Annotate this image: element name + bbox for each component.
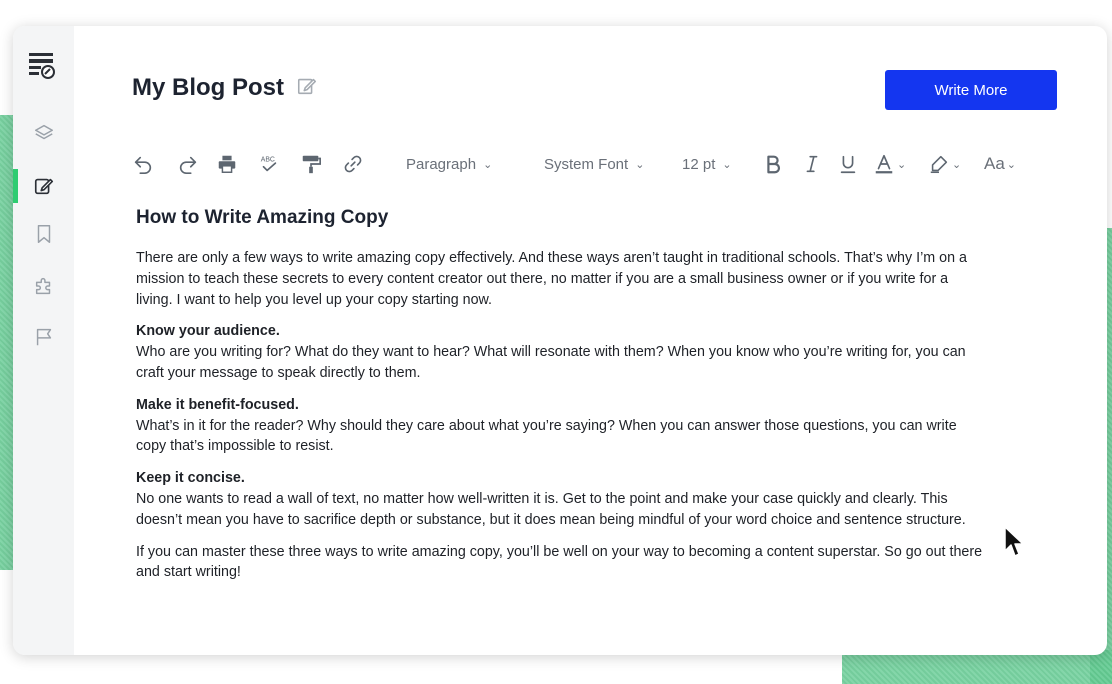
background-pattern-bottom (842, 650, 1112, 684)
closing-paragraph: If you can master these three ways to wr… (136, 543, 983, 581)
app-logo-icon[interactable] (27, 52, 57, 80)
format-painter-button[interactable] (300, 151, 322, 177)
intro-paragraph: There are only a few ways to write amazi… (136, 250, 967, 308)
layers-icon (34, 124, 53, 140)
text-case-dropdown[interactable]: Aa ⌄ (984, 151, 1016, 177)
sidebar (13, 26, 74, 655)
print-icon (218, 155, 236, 173)
font-size-dropdown[interactable]: 12 pt ⌄ (682, 151, 732, 177)
block-style-value: Paragraph (406, 155, 477, 173)
section-concise: Keep it concise. No one wants to read a … (136, 468, 986, 530)
section-benefit-focused: Make it benefit-focused. What’s in it fo… (136, 395, 986, 457)
write-more-button[interactable]: Write More (885, 70, 1057, 110)
section-title: Make it benefit-focused. (136, 396, 299, 413)
chevron-down-icon: ⌄ (897, 158, 907, 171)
editor-window: My Blog Post Write More ABC Paragraph ⌄ … (13, 26, 1107, 655)
italic-button[interactable] (801, 151, 823, 177)
section-text: What’s in it for the reader? Why should … (136, 417, 957, 455)
edit-icon (34, 178, 53, 195)
flag-icon (36, 328, 51, 346)
chevron-down-icon: ⌄ (1006, 158, 1017, 171)
font-size-value: 12 pt (682, 155, 716, 173)
underline-icon (840, 155, 856, 174)
section-title: Keep it concise. (136, 470, 245, 487)
formatting-toolbar: ABC Paragraph ⌄ System Font ⌄ 12 pt ⌄ ⌄ … (132, 151, 1032, 177)
editor-content: My Blog Post Write More ABC Paragraph ⌄ … (74, 26, 1107, 655)
sidebar-item-puzzle[interactable] (13, 269, 74, 303)
redo-icon (179, 156, 197, 174)
chevron-down-icon: ⌄ (483, 158, 493, 171)
document-body[interactable]: How to Write Amazing Copy There are only… (136, 206, 986, 594)
mouse-pointer-icon (1004, 526, 1024, 557)
sidebar-item-bookmark[interactable] (13, 217, 74, 251)
sidebar-item-layers[interactable] (13, 116, 74, 150)
page-title[interactable]: My Blog Post (132, 74, 284, 102)
undo-button[interactable] (132, 151, 154, 177)
pencil-edit-icon[interactable] (296, 75, 318, 102)
block-style-dropdown[interactable]: Paragraph ⌄ (406, 151, 492, 177)
underline-button[interactable] (837, 151, 859, 177)
redo-button[interactable] (177, 151, 199, 177)
font-family-dropdown[interactable]: System Font ⌄ (544, 151, 644, 177)
document-heading: How to Write Amazing Copy (136, 207, 389, 228)
chevron-down-icon: ⌄ (635, 158, 645, 171)
section-text: Who are you writing for? What do they wa… (136, 344, 966, 381)
text-color-dropdown[interactable]: ⌄ (873, 151, 906, 177)
puzzle-icon (35, 277, 50, 295)
section-text: No one wants to read a wall of text, no … (136, 490, 966, 528)
highlight-dropdown[interactable]: ⌄ (928, 151, 961, 177)
bookmark-icon (37, 225, 50, 243)
print-button[interactable] (216, 151, 238, 177)
title-row: My Blog Post (132, 74, 318, 102)
section-title: Know your audience. (136, 323, 280, 340)
chevron-down-icon: ⌄ (722, 158, 732, 171)
font-family-value: System Font (544, 155, 629, 173)
link-button[interactable] (342, 151, 364, 177)
highlighter-icon (930, 155, 948, 174)
paint-roller-icon (302, 155, 321, 174)
bold-button[interactable] (762, 151, 784, 177)
link-icon (344, 155, 362, 173)
svg-text:ABC: ABC (261, 156, 275, 163)
italic-icon (806, 155, 818, 173)
spellcheck-icon: ABC (261, 156, 277, 172)
bold-icon (767, 155, 781, 174)
spellcheck-button[interactable]: ABC (258, 151, 280, 177)
sidebar-item-flag[interactable] (13, 320, 74, 354)
text-color-icon (875, 154, 893, 174)
sidebar-item-edit[interactable] (13, 169, 74, 203)
undo-icon (134, 156, 152, 174)
section-know-audience: Know your audience. Who are you writing … (136, 321, 986, 383)
chevron-down-icon: ⌄ (952, 158, 962, 171)
text-case-icon: Aa (984, 154, 1005, 173)
